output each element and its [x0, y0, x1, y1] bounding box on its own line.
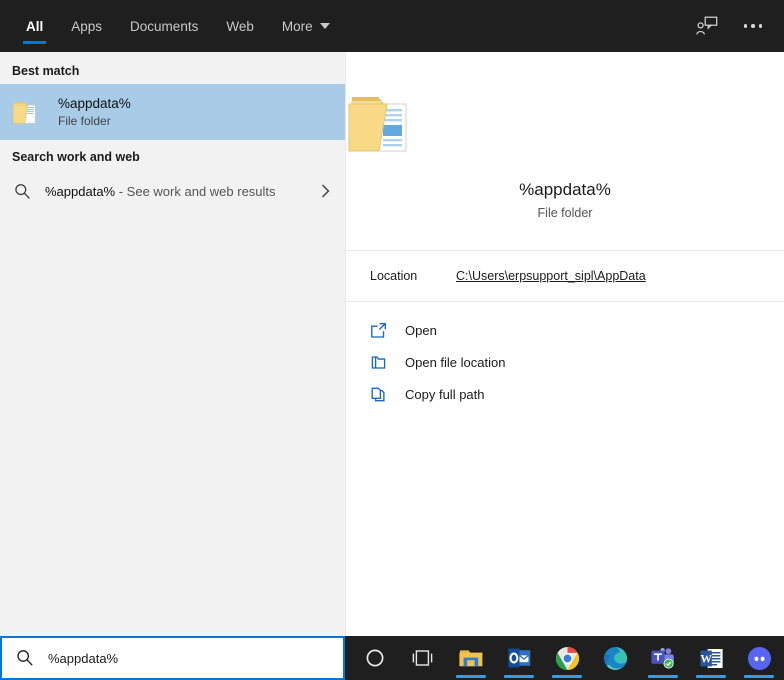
preview-actions: Open Open file location Copy full path	[346, 302, 784, 410]
tab-documents-label: Documents	[130, 18, 199, 34]
running-indicator	[456, 675, 486, 678]
action-open-label: Open	[405, 322, 437, 338]
ellipsis-dots	[743, 24, 763, 28]
folder-location-icon	[370, 354, 387, 371]
search-icon	[14, 183, 31, 200]
tab-web-label: Web	[226, 18, 254, 34]
result-item-subtitle: File folder	[58, 114, 111, 129]
taskbar-button-word[interactable]: W	[687, 636, 735, 680]
search-icon	[16, 649, 34, 667]
chevron-right-icon	[320, 183, 331, 199]
taskbar-button-task-view[interactable]	[399, 636, 447, 680]
result-item-text: %appdata% File folder	[58, 95, 131, 129]
web-search-label: %appdata% - See work and web results	[45, 184, 276, 199]
best-match-heading: Best match	[12, 64, 80, 78]
preview-hero: %appdata% File folder	[346, 52, 784, 250]
search-results-pane: Best match %appdata% File folder Search …	[0, 52, 345, 636]
taskbar-button-teams[interactable]	[639, 636, 687, 680]
svg-text:W: W	[700, 653, 712, 665]
person-feedback-icon[interactable]	[690, 9, 724, 43]
open-external-icon	[370, 322, 387, 339]
location-label: Location	[370, 269, 418, 283]
search-filter-tabs: All Apps Documents Web More	[0, 0, 344, 52]
tab-apps-label: Apps	[71, 18, 103, 34]
location-link[interactable]: C:\Users\erpsupport_sipl\AppData	[456, 269, 646, 283]
taskbar-button-edge[interactable]	[591, 636, 639, 680]
preview-type: File folder	[537, 206, 593, 220]
taskbar-search-box[interactable]: %appdata%	[0, 636, 345, 680]
tab-web[interactable]: Web	[212, 0, 268, 52]
tab-more-label: More	[281, 18, 313, 34]
preview-pane: %appdata% File folder Location C:\Users\…	[345, 52, 784, 636]
tab-more[interactable]: More	[268, 0, 344, 52]
action-copy-full-path-label: Copy full path	[405, 386, 485, 402]
search-body: Best match %appdata% File folder Search …	[0, 52, 784, 636]
running-indicator	[504, 675, 534, 678]
running-indicator	[552, 675, 582, 678]
search-work-web-heading: Search work and web	[12, 150, 140, 164]
header-actions	[690, 0, 784, 52]
action-open[interactable]: Open	[346, 314, 784, 346]
tab-documents[interactable]: Documents	[116, 0, 212, 52]
tab-all-label: All	[26, 18, 44, 34]
web-search-result[interactable]: %appdata% - See work and web results	[0, 170, 345, 212]
result-item-title: %appdata%	[58, 95, 131, 111]
folder-icon	[12, 97, 44, 127]
action-copy-full-path[interactable]: Copy full path	[346, 378, 784, 410]
running-indicator	[744, 675, 774, 678]
taskbar-button-cortana[interactable]	[351, 636, 399, 680]
result-item-appdata[interactable]: %appdata% File folder	[0, 84, 345, 140]
chevron-down-icon	[319, 23, 330, 29]
running-indicator	[696, 675, 726, 678]
taskbar-buttons: W	[345, 636, 784, 680]
location-row: Location C:\Users\erpsupport_sipl\AppDat…	[346, 251, 784, 301]
preview-title: %appdata%	[519, 180, 611, 199]
folder-open-icon	[346, 88, 784, 162]
search-header: All Apps Documents Web More	[0, 0, 784, 52]
taskbar-button-discord[interactable]	[735, 636, 783, 680]
taskbar-button-file-explorer[interactable]	[447, 636, 495, 680]
action-open-file-location[interactable]: Open file location	[346, 346, 784, 378]
search-flyout: All Apps Documents Web More Best match %…	[0, 0, 784, 636]
ellipsis-icon[interactable]	[736, 9, 770, 43]
web-search-query: %appdata%	[45, 183, 116, 199]
action-open-file-location-label: Open file location	[405, 354, 506, 370]
location-value: C:\Users\erpsupport_sipl\AppData	[456, 269, 646, 283]
tab-apps[interactable]: Apps	[57, 0, 116, 52]
taskbar: %appdata% W	[0, 636, 784, 680]
taskbar-button-outlook[interactable]	[495, 636, 543, 680]
copy-icon	[370, 386, 387, 403]
running-indicator	[648, 675, 678, 678]
tab-all[interactable]: All	[12, 0, 57, 52]
taskbar-button-chrome[interactable]	[543, 636, 591, 680]
web-search-suffix: - See work and web results	[115, 183, 276, 199]
search-input-value[interactable]: %appdata%	[48, 651, 118, 666]
